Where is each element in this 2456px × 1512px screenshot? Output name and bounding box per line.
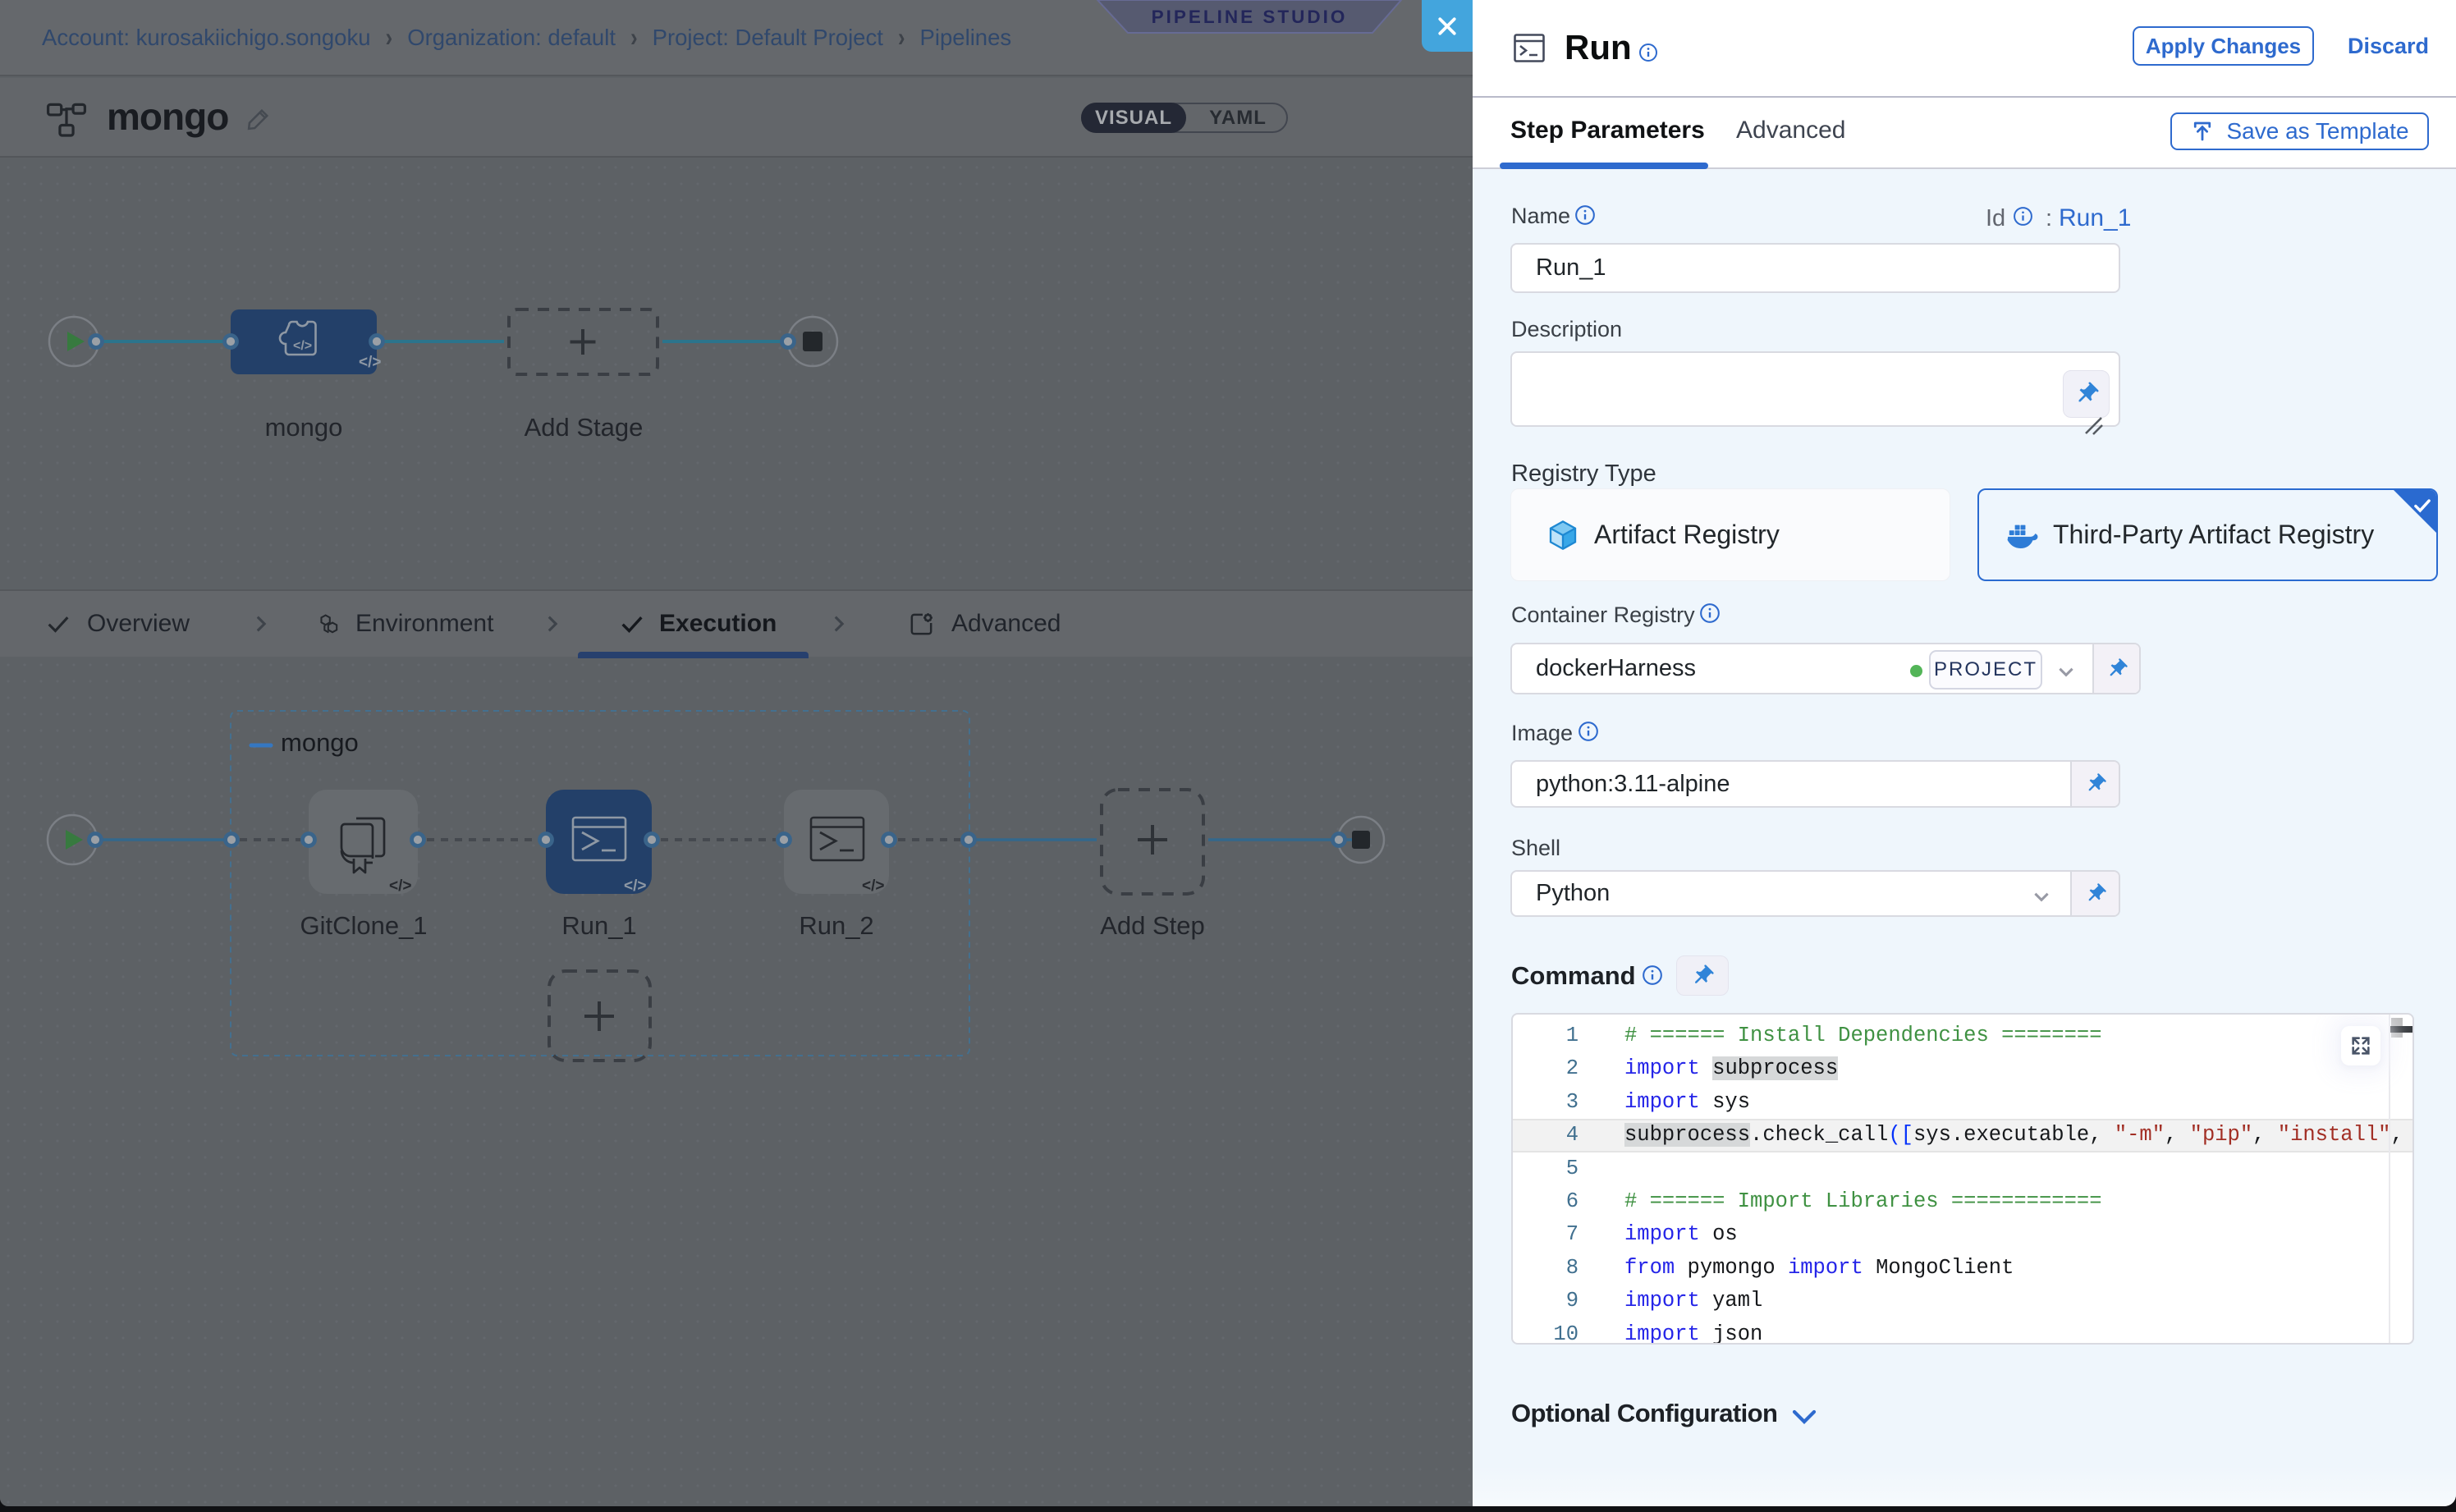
svg-text:</>: </>	[389, 877, 411, 895]
svg-text:</>: </>	[862, 877, 884, 895]
svg-text:</>: </>	[359, 354, 381, 371]
svg-text:</>: </>	[624, 877, 646, 895]
svg-text:</>: </>	[293, 339, 312, 353]
